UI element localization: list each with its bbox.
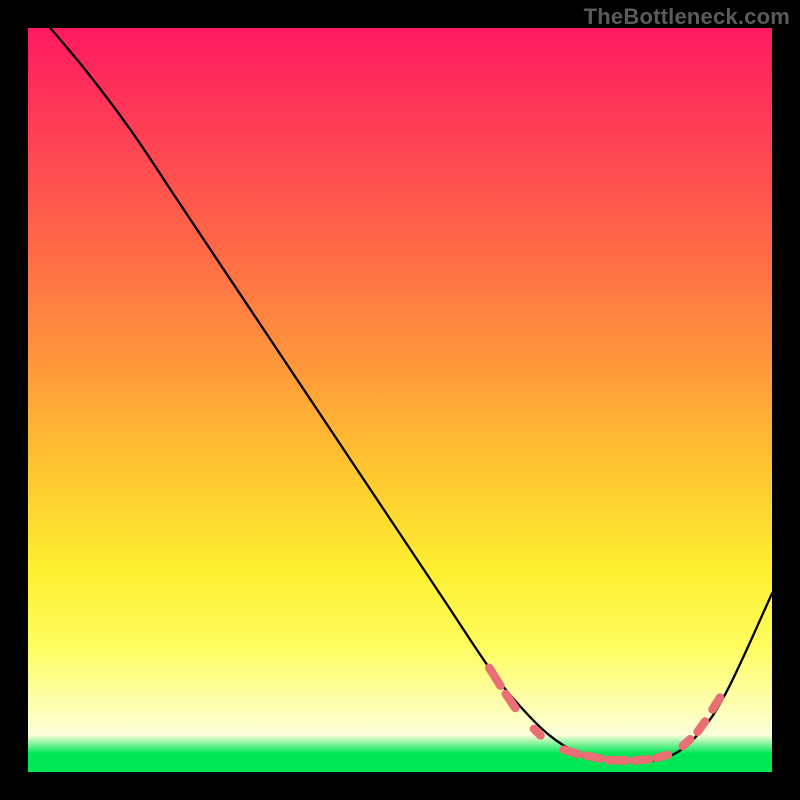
chart-svg bbox=[28, 28, 772, 772]
highlight-dash bbox=[586, 756, 601, 759]
highlight-dash bbox=[657, 755, 668, 758]
watermark-text: TheBottleneck.com bbox=[584, 4, 790, 30]
highlight-dash bbox=[506, 694, 516, 708]
highlight-dash bbox=[489, 668, 500, 686]
bottleneck-curve bbox=[50, 28, 772, 762]
plot-area bbox=[28, 28, 772, 772]
chart-frame: TheBottleneck.com bbox=[0, 0, 800, 800]
highlight-dash bbox=[683, 739, 690, 746]
highlight-dash bbox=[634, 759, 649, 760]
highlight-dash bbox=[698, 721, 705, 731]
highlight-dash bbox=[534, 729, 541, 736]
highlight-dash bbox=[564, 750, 579, 754]
optimal-range-markers bbox=[489, 668, 720, 761]
